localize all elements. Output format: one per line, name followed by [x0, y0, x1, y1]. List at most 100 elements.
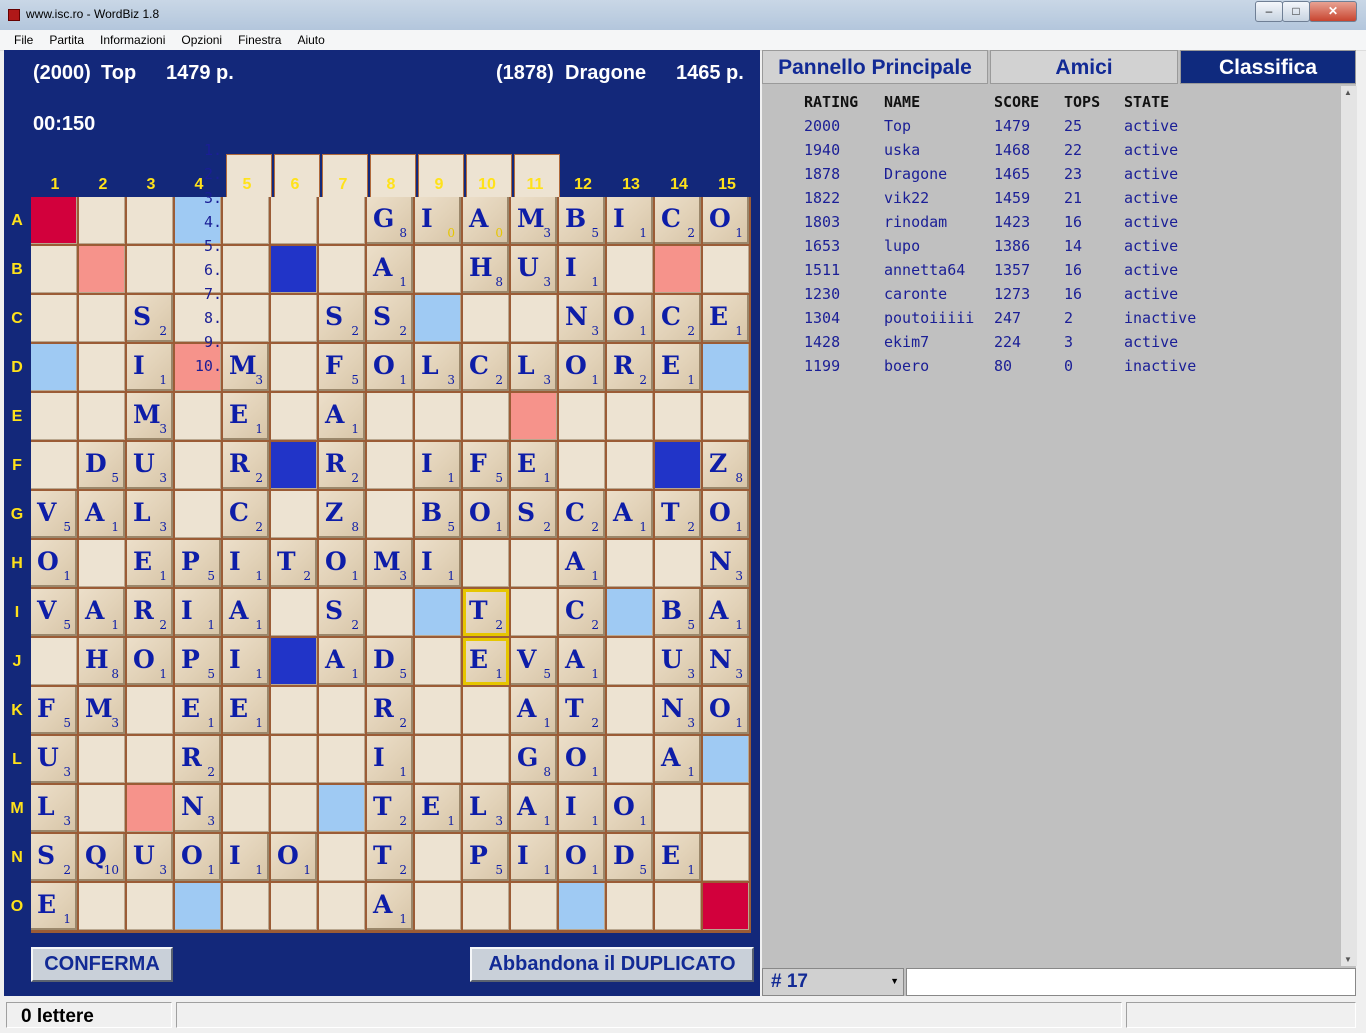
- placed-tile-selected[interactable]: E1: [463, 638, 509, 685]
- board-cell[interactable]: [463, 393, 509, 440]
- placed-tile[interactable]: O1: [559, 736, 605, 783]
- premium-square[interactable]: [79, 246, 125, 293]
- placed-tile[interactable]: P5: [175, 638, 221, 685]
- placed-tile[interactable]: C2: [463, 344, 509, 391]
- premium-square[interactable]: [271, 442, 317, 489]
- placed-tile[interactable]: I1: [223, 638, 269, 685]
- placed-tile[interactable]: C2: [223, 491, 269, 538]
- board-cell[interactable]: [271, 736, 317, 783]
- board-cell[interactable]: [223, 785, 269, 832]
- placed-tile[interactable]: Z8: [319, 491, 365, 538]
- board-cell[interactable]: [559, 442, 605, 489]
- premium-square[interactable]: [271, 638, 317, 685]
- menu-partita[interactable]: Partita: [41, 30, 92, 50]
- placed-tile[interactable]: S2: [31, 834, 77, 881]
- board-cell[interactable]: [607, 442, 653, 489]
- placed-tile[interactable]: N3: [655, 687, 701, 734]
- placed-tile[interactable]: O1: [703, 687, 749, 734]
- placed-tile[interactable]: U3: [127, 442, 173, 489]
- board-cell[interactable]: [319, 246, 365, 293]
- abandon-duplicate-button[interactable]: Abbandona il DUPLICATO: [470, 947, 754, 982]
- board-cell[interactable]: [79, 540, 125, 587]
- board-cell[interactable]: [175, 393, 221, 440]
- placed-tile[interactable]: Q 10: [79, 834, 125, 881]
- board-cell[interactable]: [319, 687, 365, 734]
- premium-square[interactable]: [271, 246, 317, 293]
- placed-tile[interactable]: I0: [415, 197, 461, 244]
- placed-tile[interactable]: A1: [511, 687, 557, 734]
- placed-tile[interactable]: O1: [127, 638, 173, 685]
- menu-file[interactable]: File: [6, 30, 41, 50]
- premium-square[interactable]: [703, 883, 749, 930]
- premium-square[interactable]: [31, 197, 77, 244]
- board-cell[interactable]: [79, 295, 125, 342]
- board-cell[interactable]: [559, 393, 605, 440]
- chevron-down-icon[interactable]: ▼: [890, 976, 899, 986]
- premium-square[interactable]: [175, 883, 221, 930]
- placed-tile[interactable]: E1: [415, 785, 461, 832]
- placed-tile[interactable]: A1: [559, 638, 605, 685]
- board-cell[interactable]: [127, 246, 173, 293]
- board-cell[interactable]: [31, 638, 77, 685]
- board-cell[interactable]: [271, 883, 317, 930]
- scroll-up-icon[interactable]: ▲: [1344, 88, 1352, 97]
- board-cell[interactable]: [79, 393, 125, 440]
- placed-tile[interactable]: A1: [367, 246, 413, 293]
- placed-tile[interactable]: E1: [223, 687, 269, 734]
- board-cell[interactable]: [655, 785, 701, 832]
- board-cell[interactable]: [607, 687, 653, 734]
- premium-square[interactable]: [703, 736, 749, 783]
- placed-tile[interactable]: O1: [607, 785, 653, 832]
- placed-tile[interactable]: A0: [463, 197, 509, 244]
- placed-tile[interactable]: A1: [511, 785, 557, 832]
- placed-tile[interactable]: T2: [655, 491, 701, 538]
- placed-tile[interactable]: B5: [415, 491, 461, 538]
- board-cell[interactable]: [175, 442, 221, 489]
- placed-tile[interactable]: L3: [463, 785, 509, 832]
- board-cell[interactable]: [703, 834, 749, 881]
- placed-tile[interactable]: S2: [127, 295, 173, 342]
- board-cell[interactable]: [31, 442, 77, 489]
- board-cell[interactable]: [415, 736, 461, 783]
- placed-tile[interactable]: E1: [703, 295, 749, 342]
- board-cell[interactable]: [127, 687, 173, 734]
- placed-tile[interactable]: U3: [655, 638, 701, 685]
- board-cell[interactable]: [271, 491, 317, 538]
- premium-square[interactable]: [655, 246, 701, 293]
- placed-tile[interactable]: O1: [703, 197, 749, 244]
- premium-square[interactable]: [559, 883, 605, 930]
- board-cell[interactable]: [415, 687, 461, 734]
- board-cell[interactable]: [607, 540, 653, 587]
- board-cell[interactable]: [367, 589, 413, 636]
- placed-tile[interactable]: D5: [607, 834, 653, 881]
- placed-tile[interactable]: V5: [31, 491, 77, 538]
- placed-tile[interactable]: E1: [655, 834, 701, 881]
- placed-tile[interactable]: M3: [511, 197, 557, 244]
- placed-tile[interactable]: E1: [175, 687, 221, 734]
- board-cell[interactable]: [319, 197, 365, 244]
- chat-input[interactable]: [906, 968, 1356, 996]
- premium-square[interactable]: [607, 589, 653, 636]
- board-cell[interactable]: [607, 393, 653, 440]
- placed-tile[interactable]: A1: [367, 883, 413, 930]
- board-cell[interactable]: [127, 736, 173, 783]
- placed-tile[interactable]: R2: [223, 442, 269, 489]
- board-cell[interactable]: [511, 540, 557, 587]
- placed-tile[interactable]: E1: [31, 883, 77, 930]
- board-cell[interactable]: [175, 491, 221, 538]
- placed-tile[interactable]: O1: [271, 834, 317, 881]
- placed-tile[interactable]: I1: [127, 344, 173, 391]
- placed-tile[interactable]: O1: [607, 295, 653, 342]
- placed-tile[interactable]: A1: [559, 540, 605, 587]
- placed-tile[interactable]: L3: [127, 491, 173, 538]
- placed-tile[interactable]: R2: [607, 344, 653, 391]
- placed-tile[interactable]: D5: [367, 638, 413, 685]
- confirm-button[interactable]: CONFERMA: [31, 947, 173, 982]
- placed-tile[interactable]: P5: [175, 540, 221, 587]
- placed-tile[interactable]: H8: [463, 246, 509, 293]
- premium-square[interactable]: [703, 344, 749, 391]
- minimize-button[interactable]: –: [1255, 1, 1283, 22]
- board-cell[interactable]: [31, 393, 77, 440]
- board-cell[interactable]: [703, 785, 749, 832]
- placed-tile[interactable]: V5: [511, 638, 557, 685]
